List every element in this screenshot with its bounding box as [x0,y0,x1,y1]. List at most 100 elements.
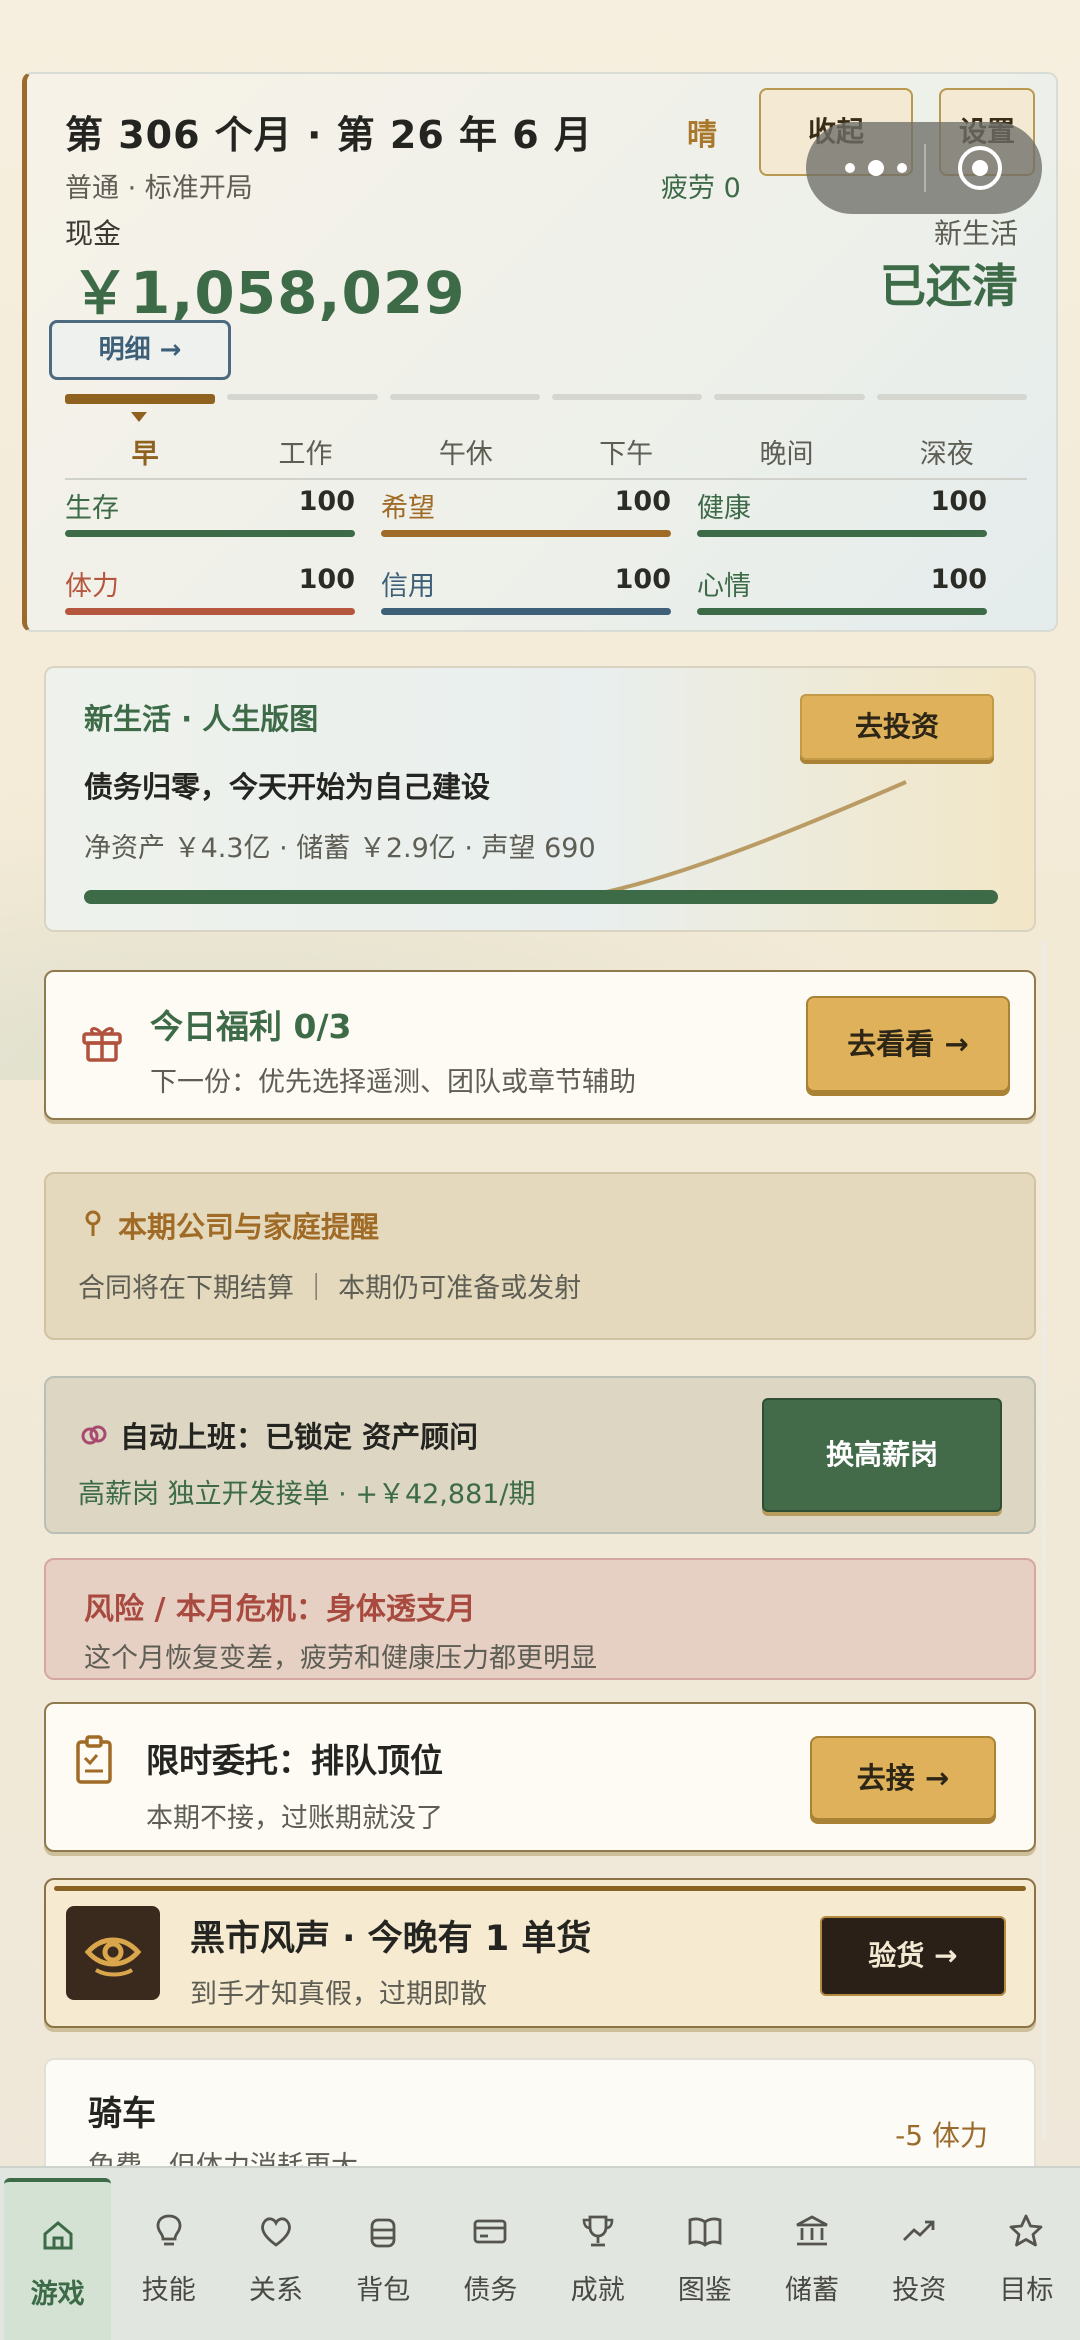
stat-value: 100 [298,564,355,595]
stat-label: 信用 [381,571,435,602]
gift-icon [82,1027,122,1062]
time-slot-label: 工作 [278,439,333,470]
fatigue-label: 疲劳 0 [661,173,741,204]
nav-label: 背包 [356,2275,411,2306]
go-invest-button[interactable]: 去投资 [800,694,994,760]
time-slot-label: 下午 [599,439,654,470]
clipboard-icon [76,1735,112,1784]
home-icon [43,2221,73,2250]
nav-tab-backpack[interactable]: 背包 [330,2168,437,2340]
black-market-card[interactable]: 黑市风声 · 今晚有 1 单货 到手才知真假，过期即散 验货 → [44,1878,1036,2028]
life-card-title: 新生活 · 人生版图 [84,702,319,736]
time-slot-label: 深夜 [919,439,974,470]
time-segment [876,394,1027,400]
stat-label: 体力 [65,571,119,602]
welfare-subtitle: 下一份：优先选择遥测、团队或章节辅助 [150,1067,636,1098]
stage-label: 新生活 [933,217,1018,250]
nav-tab-skills[interactable]: 技能 [115,2168,222,2340]
stat-credit: 信用 100 [381,564,671,624]
trophy-icon [582,2215,613,2247]
card-accent-line [54,1886,1026,1891]
eye-badge [66,1906,160,2000]
time-segment [389,394,540,400]
nav-tab-collection[interactable]: 图鉴 [651,2168,758,2340]
stat-bar [65,530,355,537]
stat-stamina: 体力 100 [65,564,355,624]
scrollbar[interactable] [1042,940,1046,2140]
time-slot-labels: 早 工作 午休 下午 晚间 深夜 [65,432,1027,471]
game-date-title: 第 306 个月 · 第 26 年 6 月 [65,113,593,157]
nav-tab-debt[interactable]: 债务 [437,2168,544,2340]
work-subtitle: 高薪岗 独立开发接单 · +￥42,881/期 [78,1479,536,1510]
life-map-card[interactable]: 新生活 · 人生版图 债务归零，今天开始为自己建设 净资产 ￥4.3亿 · 储蓄… [44,666,1036,932]
nav-label: 图鉴 [677,2275,732,2306]
difficulty-label: 普通 · 标准开局 [65,173,253,204]
book-icon [688,2217,722,2247]
time-progress [65,394,1027,404]
close-miniprogram-icon[interactable] [954,142,1006,194]
stat-value: 100 [614,564,671,595]
time-segment [65,394,216,404]
commute-title: 骑车 [88,2094,156,2134]
accept-task-button[interactable]: 去接 → [810,1736,996,1820]
stat-label: 心情 [697,571,751,602]
weather-label: 晴 [687,118,717,153]
time-slot-label: 早 [131,439,159,470]
work-title: 自动上班：已锁定 资产顾问 [120,1420,479,1454]
stage-value: 已还清 [880,259,1018,313]
reminder-subtitle: 合同将在下期结算 ｜ 本期仍可准备或发射 [78,1273,582,1304]
nav-label: 储蓄 [785,2275,840,2306]
card-icon [474,2219,507,2244]
stat-bar [697,608,987,615]
nav-tab-game[interactable]: 游戏 [4,2178,112,2340]
cash-value: ￥1,058,029 [71,259,466,327]
trend-icon [903,2220,935,2241]
more-icon[interactable] [836,148,916,188]
welfare-title: 今日福利 0/3 [150,1007,352,1046]
stat-health: 健康 100 [697,486,987,546]
lightbulb-icon [156,2214,182,2246]
stat-value: 100 [614,486,671,517]
black-market-title: 黑市风声 · 今晚有 1 单货 [190,1919,592,1959]
nav-tab-invest[interactable]: 投资 [866,2168,973,2340]
life-card-stats: 净资产 ￥4.3亿 · 储蓄 ￥2.9亿 · 声望 690 [84,833,596,864]
miniprogram-capsule [806,122,1042,214]
nav-label: 关系 [249,2275,303,2306]
reminder-card: 本期公司与家庭提醒 合同将在下期结算 ｜ 本期仍可准备或发射 [44,1172,1036,1340]
nav-tab-savings[interactable]: 储蓄 [758,2168,865,2340]
switch-job-button[interactable]: 换高薪岗 [762,1398,1002,1512]
task-title: 限时委托：排队顶位 [146,1741,443,1780]
growth-curve-icon [606,780,907,894]
life-progress-bar [84,890,998,904]
link-icon [81,1425,107,1445]
nav-tab-goals[interactable]: 目标 [973,2168,1080,2340]
bottom-navigation: 游戏 技能 关系 背包 债务 成就 图鉴 储蓄 投资 目标 [0,2166,1080,2340]
daily-welfare-card[interactable]: 今日福利 0/3 下一份：优先选择遥测、团队或章节辅助 去看看 → [44,970,1036,1120]
nav-label: 技能 [141,2275,196,2306]
nav-tab-relations[interactable]: 关系 [222,2168,329,2340]
auto-work-card: 自动上班：已锁定 资产顾问 高薪岗 独立开发接单 · +￥42,881/期 换高… [44,1376,1036,1534]
time-segment [227,394,378,400]
nav-label: 债务 [463,2275,518,2306]
nav-label: 游戏 [30,2279,85,2310]
stat-bar [381,530,671,537]
time-marker-icon [131,412,147,422]
location-pin-icon [85,1210,101,1236]
detail-button[interactable]: 明细 → [49,320,231,380]
capsule-divider [924,144,926,192]
view-welfare-button[interactable]: 去看看 → [806,996,1010,1092]
stat-label: 健康 [697,493,751,524]
reminder-title: 本期公司与家庭提醒 [118,1210,380,1244]
stat-bar [65,608,355,615]
inspect-goods-button[interactable]: 验货 → [820,1916,1006,1996]
stat-label: 生存 [65,493,119,524]
nav-tab-achievements[interactable]: 成就 [544,2168,651,2340]
risk-subtitle: 这个月恢复变差，疲劳和健康压力都更明显 [84,1643,597,1674]
stat-value: 100 [930,564,987,595]
limited-task-card[interactable]: 限时委托：排队顶位 本期不接，过账期就没了 去接 → [44,1702,1036,1852]
stat-label: 希望 [381,493,435,524]
bank-icon [796,2215,828,2246]
commute-option-card[interactable]: 骑车 免费，但体力消耗更大 -5 体力 [44,2058,1036,2178]
heart-icon [261,2217,291,2247]
commute-cost: -5 体力 [895,2119,988,2152]
